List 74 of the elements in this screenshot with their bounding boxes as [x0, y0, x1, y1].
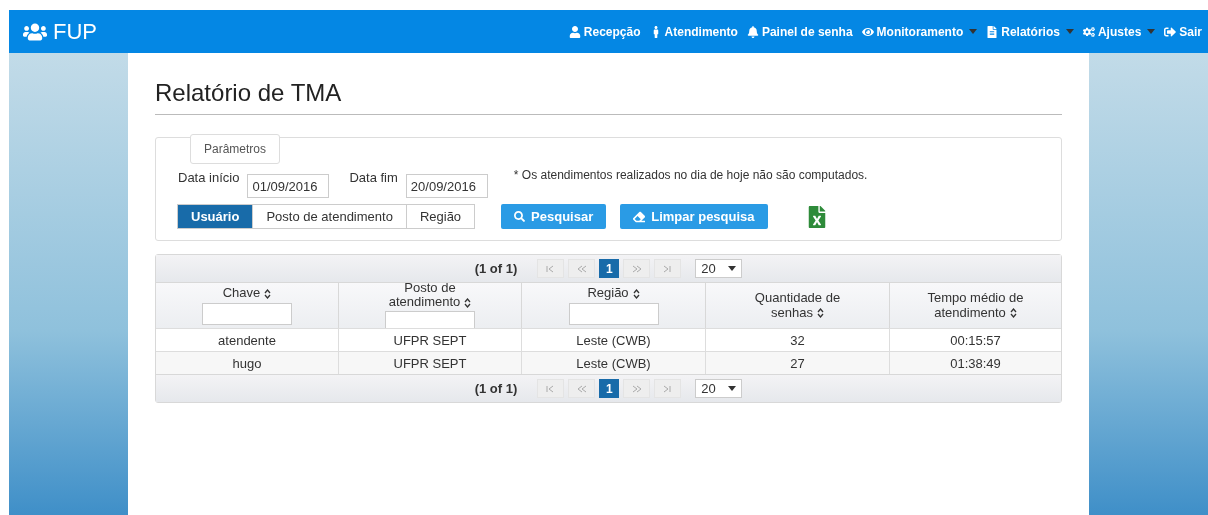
page-title: Relatório de TMA [155, 79, 1062, 115]
previous-page-button[interactable] [568, 259, 596, 278]
field-label: Data fim [349, 170, 398, 185]
search-icon [514, 211, 526, 222]
group-toggle[interactable]: Região [405, 204, 476, 229]
nav-link[interactable]: Monitoramento [861, 24, 978, 39]
eraser-icon [633, 210, 646, 223]
column-title[interactable]: Região [587, 286, 640, 301]
nav-link[interactable]: Sair [1164, 24, 1202, 39]
table-cell: 32 [706, 328, 890, 351]
column-title[interactable]: Chave [222, 286, 272, 301]
caret-icon [728, 386, 737, 391]
last-page-button[interactable] [654, 259, 682, 278]
table-cell: hugo [156, 351, 339, 374]
nav-link[interactable]: Atendimento [649, 24, 738, 39]
exit-icon [1164, 25, 1177, 38]
table-cell: UFPR SEPT [339, 328, 522, 351]
sort-icon [264, 288, 272, 299]
field-label: Data início [178, 170, 240, 185]
last-page-icon [662, 264, 673, 273]
next-page-icon [631, 264, 642, 273]
user-icon [568, 25, 581, 38]
table-cell: 01:38:49 [890, 351, 1061, 374]
next-page-icon [631, 384, 642, 393]
rows-per-page-select[interactable]: 20 [695, 259, 743, 278]
date-field[interactable]: 01/09/2016 [247, 174, 330, 198]
page-button[interactable]: 1 [599, 379, 620, 398]
filter-field[interactable] [385, 311, 475, 331]
last-page-button[interactable] [654, 379, 682, 398]
brand-name: FUP [53, 18, 97, 45]
sort-icon [816, 308, 824, 319]
first-page-button[interactable] [537, 259, 565, 278]
caret-icon [728, 266, 737, 271]
filter-field[interactable] [568, 302, 659, 325]
nav-link[interactable]: Painel de senha [746, 24, 853, 39]
sort-icon [632, 288, 640, 299]
next-page-button[interactable] [623, 259, 651, 278]
bell-icon [746, 25, 759, 38]
first-page-icon [545, 384, 556, 393]
nav-link[interactable]: Ajustes [1082, 24, 1156, 39]
group-toggle[interactable]: Usuário [177, 204, 254, 229]
page-button[interactable]: 1 [599, 259, 620, 278]
column-title[interactable]: Quantidade de senhas [742, 291, 853, 320]
note-text: * Os atendimentos realizados no dia de hoje não são computados. [513, 168, 868, 182]
table-cell: UFPR SEPT [339, 351, 522, 374]
previous-page-icon [576, 384, 587, 393]
rows-per-page-select[interactable]: 20 [695, 379, 743, 398]
date-field[interactable]: 20/09/2016 [405, 174, 488, 198]
page-report: (1 of 1) [474, 261, 518, 276]
previous-page-icon [576, 264, 587, 273]
column-title[interactable]: Posto de atendimento [375, 280, 485, 310]
table-cell: Leste (CWB) [522, 351, 706, 374]
sort-icon [1009, 308, 1017, 319]
filter-field[interactable] [202, 302, 292, 325]
nav-link[interactable]: Relatórios [986, 24, 1074, 39]
eye-icon [861, 25, 874, 38]
first-page-icon [545, 264, 556, 273]
search-button[interactable]: Pesquisar [501, 204, 607, 229]
last-page-icon [662, 384, 673, 393]
sort-icon [464, 297, 472, 308]
group-toggle[interactable]: Posto de atendimento [252, 204, 407, 229]
panel-legend: Parâmetros [190, 134, 281, 164]
table-cell: 27 [706, 351, 890, 374]
page-report: (1 of 1) [474, 381, 518, 396]
table-cell: Leste (CWB) [522, 328, 706, 351]
clear-button[interactable]: Limpar pesquisa [620, 204, 768, 229]
nav-link[interactable]: Recepção [568, 24, 641, 39]
table-cell: atendente [156, 328, 339, 351]
document-icon [986, 25, 999, 38]
column-title[interactable]: Tempo médio de atendimento [920, 291, 1031, 320]
previous-page-button[interactable] [568, 379, 596, 398]
first-page-button[interactable] [537, 379, 565, 398]
gears-icon [1082, 25, 1095, 38]
next-page-button[interactable] [623, 379, 651, 398]
